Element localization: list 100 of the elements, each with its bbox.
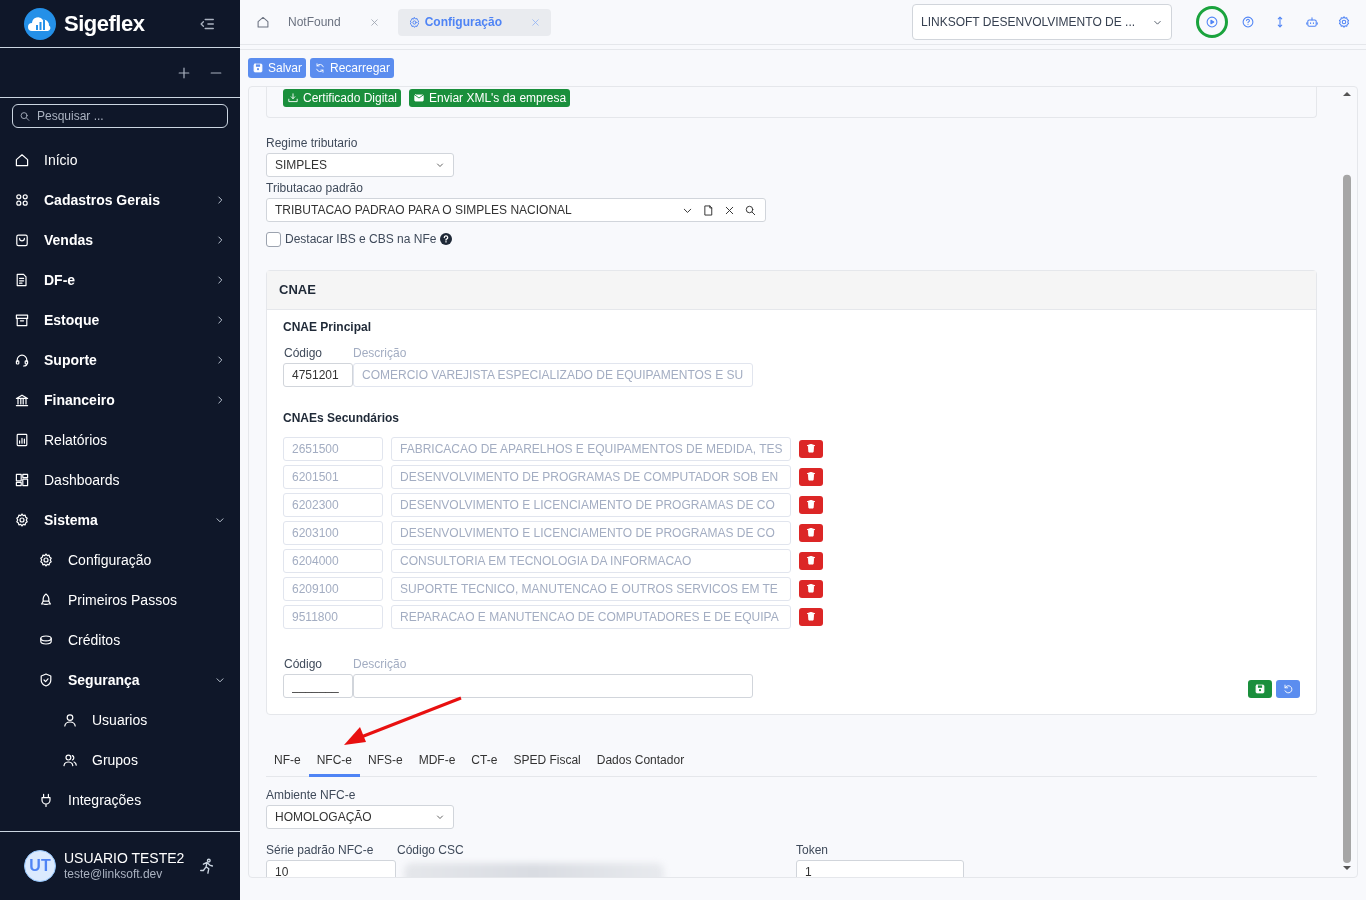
tab[interactable]: NotFound — [278, 8, 390, 36]
trash-icon — [805, 554, 817, 567]
menu-item[interactable]: Dashboards — [0, 460, 240, 500]
tab[interactable]: NFS-e — [360, 744, 411, 777]
select-field[interactable]: HOMOLOGAÇÃO — [266, 804, 454, 829]
search-field[interactable]: Pesquisar ... — [12, 104, 228, 128]
robot-icon[interactable] — [1305, 15, 1319, 29]
play-icon — [1205, 15, 1219, 29]
input-field[interactable]: 1 — [796, 859, 964, 877]
user-name: USUARIO TESTE2 — [64, 849, 186, 868]
brand-name: Sigeflex — [64, 10, 145, 38]
search-input[interactable]: Pesquisar ... — [34, 106, 221, 126]
tab[interactable]: CT-e — [463, 744, 506, 777]
save-button[interactable] — [1248, 679, 1272, 698]
rocket-icon — [38, 592, 54, 608]
delete-button[interactable] — [799, 579, 823, 598]
headset-icon — [14, 352, 30, 368]
field-label: Código — [283, 344, 324, 362]
plug-icon — [38, 792, 54, 808]
tab[interactable]: Dados Contador — [588, 744, 693, 777]
menu-item[interactable]: Integrações — [0, 780, 240, 820]
section-heading: CNAE Principal — [283, 318, 373, 336]
play-button[interactable] — [1196, 6, 1228, 38]
bag-icon — [14, 232, 30, 248]
field-label: Token — [796, 841, 830, 859]
dashboard-icon — [14, 472, 30, 488]
select-field[interactable]: SIMPLES — [266, 153, 454, 177]
grid-icon — [14, 192, 30, 208]
save-icon — [1254, 682, 1266, 695]
menu-item[interactable]: DF-e — [0, 260, 240, 300]
cloud-logo-icon — [24, 7, 56, 40]
input-field[interactable]: 4751201 — [283, 362, 353, 387]
menu-item[interactable]: Configuração — [0, 540, 240, 580]
field-label: Ambiente NFC-e — [266, 786, 357, 804]
field-label: Tributacao padrão — [266, 180, 364, 197]
menu-item[interactable]: Início — [0, 140, 240, 180]
trash-icon — [805, 526, 817, 539]
input-field[interactable]: _______ — [283, 673, 353, 698]
menu-item[interactable]: Estoque — [0, 300, 240, 340]
home-icon[interactable] — [256, 15, 270, 29]
bank-icon — [14, 392, 30, 408]
undo-button[interactable] — [1276, 679, 1300, 698]
users-icon — [62, 752, 78, 768]
menu-item[interactable]: Usuarios — [0, 700, 240, 740]
field-label: Descrição — [353, 655, 407, 673]
field-label: Código CSC — [396, 841, 465, 859]
archive-icon — [14, 312, 30, 328]
field-label: Código — [283, 655, 324, 673]
delete-button[interactable] — [799, 551, 823, 570]
delete-button[interactable] — [799, 467, 823, 486]
coins-icon — [38, 632, 54, 648]
search-icon — [19, 109, 31, 123]
field-label: Regime tributario — [266, 135, 359, 152]
input-field[interactable]: 10 — [266, 859, 396, 877]
menu-item[interactable]: Sistema — [0, 500, 240, 540]
send-xml-button[interactable]: Enviar XML's da empresa — [409, 89, 571, 107]
tab[interactable]: NF-e — [266, 744, 309, 777]
delete-button[interactable] — [799, 495, 823, 514]
trash-icon — [805, 498, 817, 511]
menu-item[interactable]: Cadastros Gerais — [0, 180, 240, 220]
menu-item[interactable]: Financeiro — [0, 380, 240, 420]
gear-icon — [407, 15, 421, 29]
document-icon — [14, 272, 30, 288]
tab[interactable]: SPED Fiscal — [505, 744, 589, 777]
menu-item[interactable]: Grupos — [0, 740, 240, 780]
company-select[interactable]: LINKSOFT DESENVOLVIMENTO DE ... — [912, 4, 1172, 40]
home-icon — [14, 152, 30, 168]
menu-item[interactable]: Créditos — [0, 620, 240, 660]
trash-icon — [805, 442, 817, 455]
document-icon[interactable] — [702, 203, 715, 217]
tab[interactable]: MDF-e — [410, 744, 464, 777]
certificate-button[interactable]: Certificado Digital — [283, 89, 402, 107]
running-figure-icon[interactable] — [198, 857, 216, 875]
delete-button[interactable] — [799, 523, 823, 542]
delete-button[interactable] — [799, 607, 823, 626]
user-icon — [62, 712, 78, 728]
shield-icon — [38, 672, 54, 688]
field-label: Descrição — [353, 344, 407, 362]
trash-icon — [805, 470, 817, 483]
card-header: CNAE — [267, 271, 1316, 310]
trash-icon — [805, 582, 817, 595]
menu-item[interactable]: Primeiros Passos — [0, 580, 240, 620]
field-label: Série padrão NFC-e — [266, 841, 375, 859]
help-icon[interactable] — [440, 233, 453, 245]
trash-icon — [805, 610, 817, 623]
section-heading: CNAEs Secundários — [283, 409, 401, 427]
delete-button[interactable] — [799, 439, 823, 458]
menu-item[interactable]: Relatórios — [0, 420, 240, 460]
upload-icon — [287, 92, 299, 104]
checkbox[interactable] — [266, 231, 281, 247]
menu-item[interactable]: Vendas — [0, 220, 240, 260]
menu-item[interactable]: Suporte — [0, 340, 240, 380]
undo-icon — [1282, 682, 1294, 695]
input-field[interactable] — [353, 673, 753, 698]
lookup-field[interactable]: TRIBUTACAO PADRAO PARA O SIMPLES NACIONAL — [266, 198, 766, 222]
menu-item[interactable]: Segurança — [0, 660, 240, 700]
search-icon[interactable] — [744, 203, 757, 217]
gear-icon — [38, 552, 54, 568]
settings-icon[interactable] — [1337, 15, 1351, 29]
checkbox-label: Destacar IBS e CBS na NFe — [285, 231, 437, 248]
